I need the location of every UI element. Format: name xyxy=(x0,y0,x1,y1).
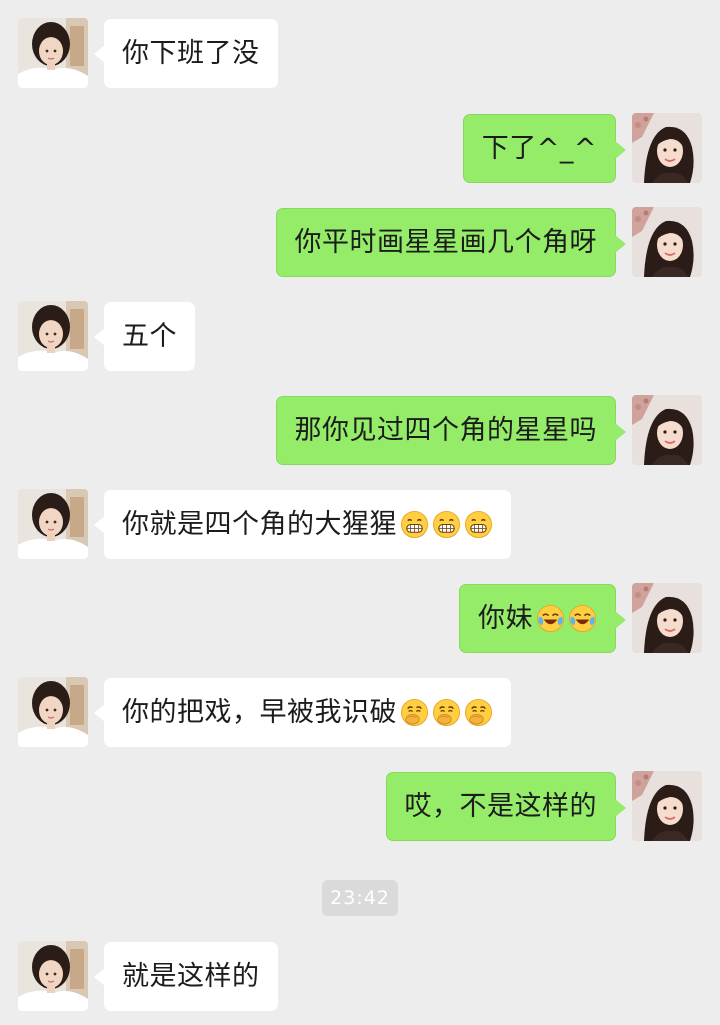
message-timestamp: 23:42 xyxy=(322,880,398,916)
message-text: 你平时画星星画几个角呀 xyxy=(294,227,597,258)
message-text: 哎，不是这样的 xyxy=(404,791,597,822)
message-bubble-outgoing[interactable]: 你平时画星星画几个角呀 xyxy=(275,208,626,277)
friend-avatar[interactable] xyxy=(18,489,88,559)
message-bubble-outgoing[interactable]: 那你见过四个角的星星吗 xyxy=(275,396,626,465)
friend-avatar-image xyxy=(18,489,88,559)
smirk-emoji-icon xyxy=(432,698,461,727)
message-bubble-incoming[interactable]: 你下班了没 xyxy=(94,19,278,88)
message-text: 你下班了没 xyxy=(122,38,260,69)
smirk-emoji-icon xyxy=(464,698,493,727)
message-text: 你的把戏，早被我识破 xyxy=(122,697,397,728)
grin-emoji-icon xyxy=(464,510,493,539)
message-bubble-outgoing[interactable]: 哎，不是这样的 xyxy=(385,772,626,841)
friend-avatar-image xyxy=(18,677,88,747)
message-bubble-outgoing[interactable]: 你妹 xyxy=(459,584,626,653)
message-bubble-incoming[interactable]: 五个 xyxy=(94,302,195,371)
grin-emoji-icon xyxy=(432,510,461,539)
message-bubble-incoming[interactable]: 你就是四个角的大猩猩 xyxy=(94,490,511,559)
message-bubble-incoming[interactable]: 就是这样的 xyxy=(94,942,278,1011)
self-avatar-image xyxy=(632,395,702,465)
message-bubble-incoming[interactable]: 你的把戏，早被我识破 xyxy=(94,678,511,747)
message-text: 下了^_^ xyxy=(481,133,597,164)
self-avatar[interactable] xyxy=(632,771,702,841)
laugh-cry-emoji-icon xyxy=(568,604,597,633)
message-text: 你就是四个角的大猩猩 xyxy=(122,509,397,540)
grin-emoji-icon xyxy=(400,510,429,539)
friend-avatar[interactable] xyxy=(18,18,88,88)
laugh-cry-emoji-icon xyxy=(536,604,565,633)
friend-avatar-image xyxy=(18,301,88,371)
friend-avatar-image xyxy=(18,941,88,1011)
smirk-emoji-icon xyxy=(400,698,429,727)
friend-avatar[interactable] xyxy=(18,301,88,371)
self-avatar[interactable] xyxy=(632,207,702,277)
friend-avatar[interactable] xyxy=(18,941,88,1011)
self-avatar[interactable] xyxy=(632,583,702,653)
self-avatar-image xyxy=(632,113,702,183)
friend-avatar[interactable] xyxy=(18,677,88,747)
self-avatar-image xyxy=(632,583,702,653)
message-bubble-outgoing[interactable]: 下了^_^ xyxy=(462,114,627,183)
self-avatar[interactable] xyxy=(632,113,702,183)
self-avatar-image xyxy=(632,771,702,841)
message-text: 五个 xyxy=(122,321,177,352)
message-text: 你妹 xyxy=(478,603,533,634)
friend-avatar-image xyxy=(18,18,88,88)
message-text: 那你见过四个角的星星吗 xyxy=(294,415,597,446)
self-avatar[interactable] xyxy=(632,395,702,465)
self-avatar-image xyxy=(632,207,702,277)
message-text: 就是这样的 xyxy=(122,961,260,992)
